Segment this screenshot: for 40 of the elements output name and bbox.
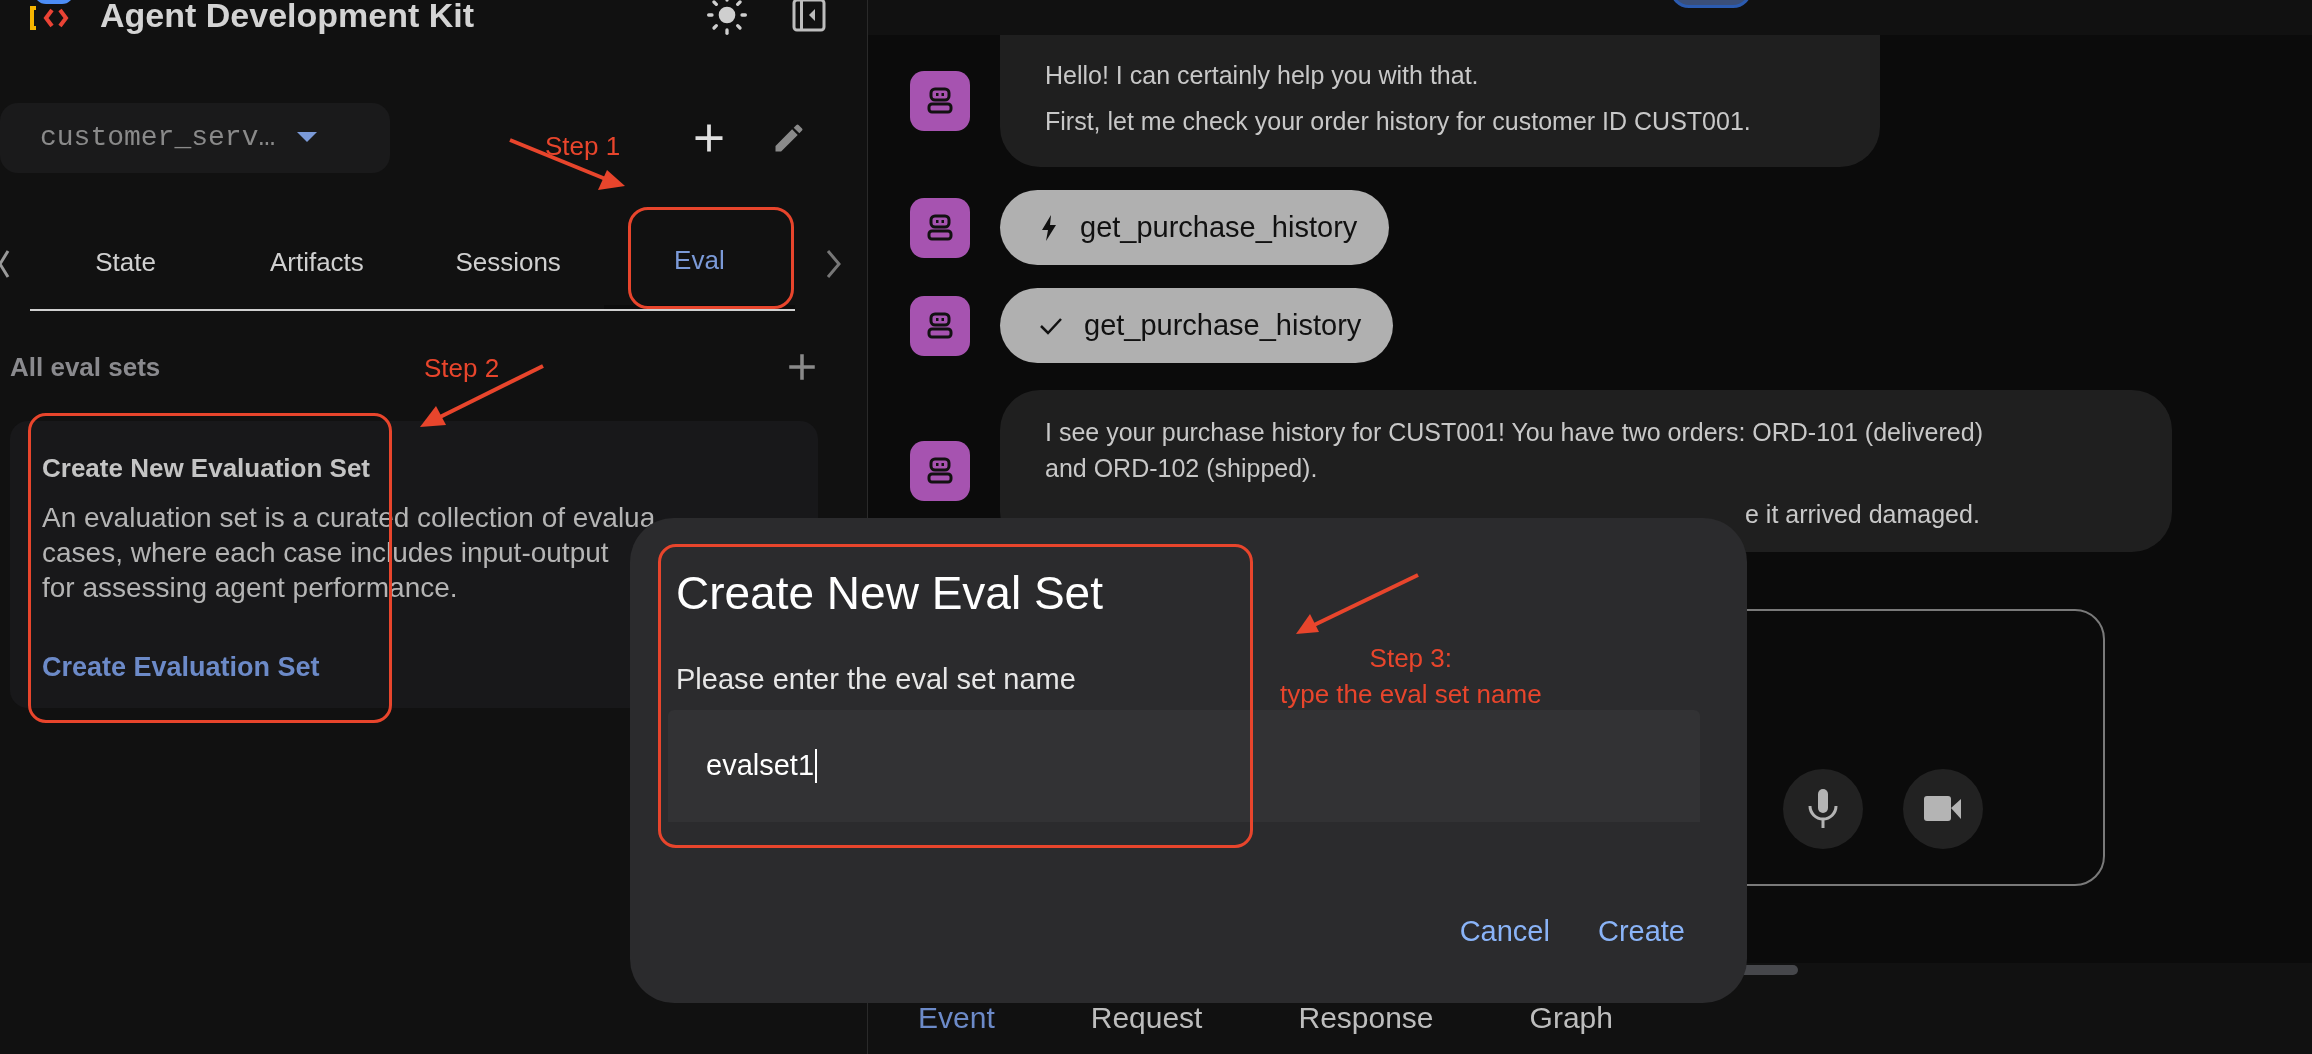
message-text: Hello! I can certainly help you with that. xyxy=(1045,60,1480,91)
panel-tab[interactable]: Response xyxy=(1298,995,1434,1040)
app-title: Agent Development Kit xyxy=(100,0,475,36)
panel-tab[interactable]: Graph xyxy=(1529,995,1613,1040)
tool-call-chip[interactable]: get_purchase_history xyxy=(1000,190,1390,265)
sidebar-toggle-icon[interactable] xyxy=(791,0,827,33)
annotation-text: Step 1 xyxy=(545,130,621,163)
message-text: e it arrived damaged. xyxy=(1744,499,1981,530)
chevron-right-icon[interactable] xyxy=(825,247,843,280)
section-heading: All eval sets xyxy=(10,350,161,384)
dialog-button[interactable]: Cancel xyxy=(1459,909,1550,953)
dialog-title: Create New Eval Set xyxy=(676,566,1103,620)
robot-icon xyxy=(925,86,955,116)
panel-tab[interactable]: Request xyxy=(1090,995,1203,1040)
panel-tab[interactable]: Event xyxy=(918,995,995,1040)
robot-icon xyxy=(925,310,955,341)
sun-icon[interactable] xyxy=(707,0,747,35)
message-text: First, let me check your order history for customer ID CUST001. xyxy=(1045,106,1752,137)
tool-call-chip[interactable]: get_purchase_history xyxy=(1000,288,1394,363)
sidebar-tab[interactable]: Artifacts xyxy=(221,216,413,309)
sidebar-tab[interactable]: Sessions xyxy=(412,216,604,309)
robot-icon xyxy=(925,212,955,243)
sidebar-tab[interactable]: State xyxy=(30,216,222,309)
sidebar-tab[interactable]: Eval xyxy=(603,216,795,309)
card-title: Create New Evaluation Set xyxy=(42,452,371,485)
agent-select[interactable]: customer_serv… xyxy=(0,103,390,173)
dropdown-caret-icon xyxy=(297,132,318,144)
create-eval-set-link[interactable]: Create Evaluation Set xyxy=(42,647,320,688)
lightning-icon xyxy=(1040,214,1058,241)
video-camera-icon xyxy=(1924,796,1962,822)
annotation-text: Step 3: type the eval set name xyxy=(1280,642,1542,711)
message-text: I see your purchase history for CUST001! You have two orders: ORD-101 (delivered) and ORD-102 (shipped). xyxy=(1045,417,1984,484)
dialog-button[interactable]: Create xyxy=(1597,909,1685,953)
robot-icon xyxy=(925,456,955,486)
eval-set-name-field[interactable]: evalset1 xyxy=(668,709,1700,822)
annotation-text: Step 2 xyxy=(424,352,500,385)
field-label: Please enter the eval set name xyxy=(676,662,1076,697)
chevron-left-icon[interactable] xyxy=(0,248,10,279)
checkmark-icon xyxy=(1040,316,1062,335)
microphone-icon xyxy=(1807,789,1839,829)
